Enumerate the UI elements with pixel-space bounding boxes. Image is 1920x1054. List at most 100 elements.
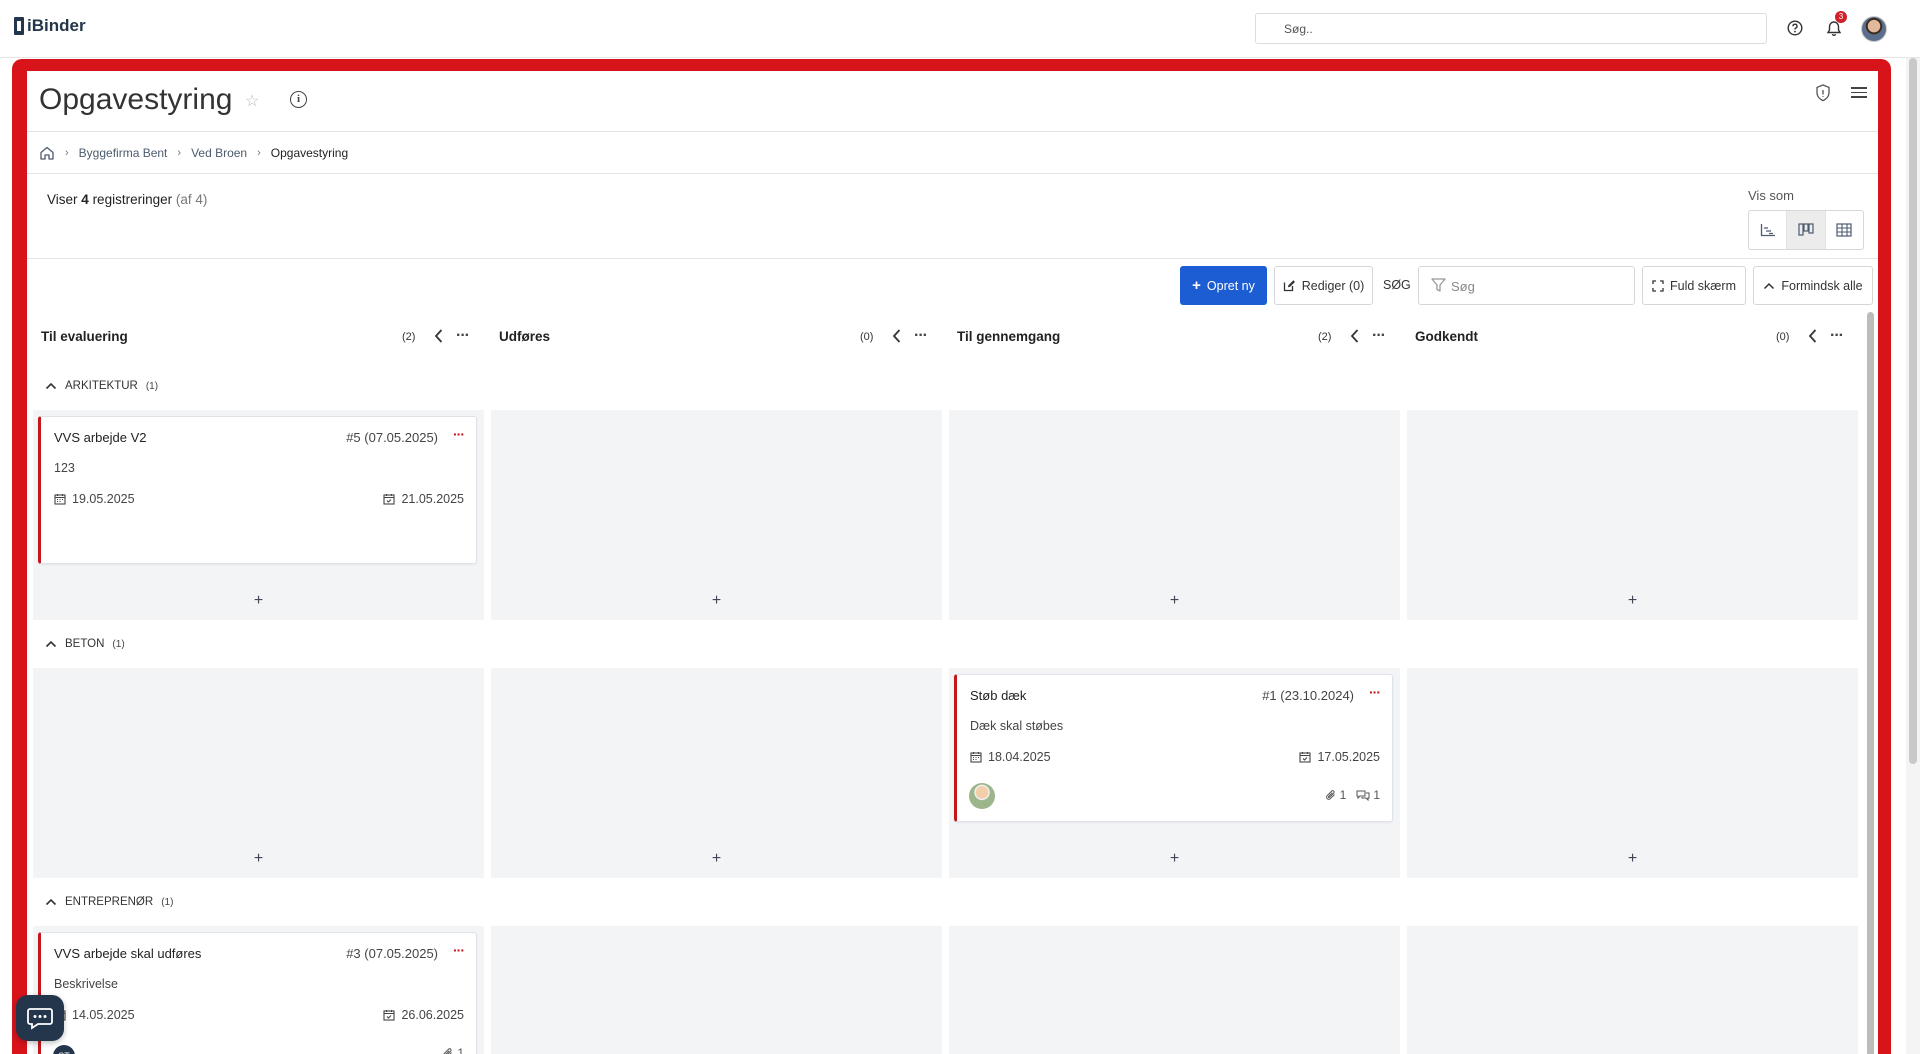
page-scrollbar[interactable] xyxy=(1906,58,1920,1054)
page-header: Opgavestyring ☆ i xyxy=(27,71,1878,132)
chevron-up-icon xyxy=(45,640,57,648)
add-card-icon[interactable]: + xyxy=(949,592,1400,610)
column-more-icon[interactable]: ··· xyxy=(1830,327,1844,345)
user-avatar[interactable] xyxy=(1861,16,1887,42)
column-more-icon[interactable]: ··· xyxy=(456,327,470,345)
chevron-up-icon xyxy=(45,382,57,390)
lane-entreprenor-til-gennemgang[interactable] xyxy=(949,926,1400,1054)
group-header-beton[interactable]: BETON (1) xyxy=(45,636,125,652)
chevron-left-icon[interactable] xyxy=(1808,328,1818,344)
breadcrumb-company[interactable]: Byggefirma Bent xyxy=(79,146,168,160)
column-more-icon[interactable]: ··· xyxy=(914,327,928,345)
task-card[interactable]: VVS arbejde V2 #5 (07.05.2025) ··· 123 1… xyxy=(38,416,477,564)
paperclip-icon xyxy=(1325,790,1335,800)
chat-bubble-icon xyxy=(27,1008,53,1030)
group-count: (1) xyxy=(161,896,174,908)
breadcrumb-project[interactable]: Ved Broen xyxy=(191,146,247,160)
chevron-left-icon[interactable] xyxy=(1350,328,1360,344)
shield-icon[interactable] xyxy=(1814,83,1832,103)
home-icon[interactable] xyxy=(39,145,55,161)
card-more-icon[interactable]: ··· xyxy=(1369,684,1381,700)
column-header-godkendt: Godkendt (0) ··· xyxy=(1415,327,1852,347)
add-card-icon[interactable]: + xyxy=(1407,850,1858,868)
lane-arkitektur-udfores[interactable]: + xyxy=(491,410,942,620)
lane-beton-udfores[interactable]: + xyxy=(491,668,942,878)
ibinder-logo[interactable]: iBinder xyxy=(14,16,86,36)
summary-total: (af 4) xyxy=(175,192,208,207)
fullscreen-button[interactable]: Fuld skærm xyxy=(1642,266,1746,305)
task-card[interactable]: Støb dæk #1 (23.10.2024) ··· Dæk skal st… xyxy=(954,674,1393,822)
add-card-icon[interactable]: + xyxy=(33,592,484,610)
add-card-icon[interactable]: + xyxy=(1407,592,1858,610)
column-header-til-evaluering: Til evaluering (2) ··· xyxy=(41,327,478,347)
lane-arkitektur-til-gennemgang[interactable]: + xyxy=(949,410,1400,620)
add-card-icon[interactable]: + xyxy=(949,850,1400,868)
ibinder-logo-icon xyxy=(14,17,24,35)
record-summary: Viser 4 registreringer (af 4) xyxy=(47,192,207,207)
hamburger-menu-icon[interactable] xyxy=(1851,84,1867,100)
lane-entreprenor-udfores[interactable] xyxy=(491,926,942,1054)
attachments-value: 1 xyxy=(1339,788,1347,802)
collapse-all-label: Formindsk alle xyxy=(1781,278,1863,293)
summary-suffix: registreringer xyxy=(92,192,173,207)
edit-button[interactable]: Rediger (0) xyxy=(1274,266,1373,305)
chevron-left-icon[interactable] xyxy=(434,328,444,344)
kanban-board-icon xyxy=(1798,223,1814,236)
assignee-avatar[interactable] xyxy=(969,783,995,809)
board-scrollbar[interactable] xyxy=(1866,312,1876,1054)
column-title: Godkendt xyxy=(1415,329,1478,344)
view-switch xyxy=(1748,210,1864,250)
card-more-icon[interactable]: ··· xyxy=(453,942,465,958)
comments-count: 1 xyxy=(1356,788,1380,802)
card-due-date: 21.05.2025 xyxy=(383,492,464,506)
lane-beton-godkendt[interactable]: + xyxy=(1407,668,1858,878)
favorite-star-icon[interactable]: ☆ xyxy=(245,91,259,111)
calendar-check-icon xyxy=(383,1010,395,1021)
page-scrollbar-thumb[interactable] xyxy=(1909,58,1917,764)
collapse-all-button[interactable]: Formindsk alle xyxy=(1753,266,1873,305)
due-date-value: 17.05.2025 xyxy=(1317,750,1380,764)
global-search-input[interactable] xyxy=(1255,13,1767,44)
card-more-icon[interactable]: ··· xyxy=(453,426,465,442)
comments-icon xyxy=(1356,790,1370,801)
board-scrollbar-thumb[interactable] xyxy=(1867,312,1874,1054)
card-description: Dæk skal støbes xyxy=(970,719,1064,733)
view-gantt-button[interactable] xyxy=(1749,211,1788,249)
chevron-left-icon[interactable] xyxy=(892,328,902,344)
chat-support-button[interactable] xyxy=(16,995,64,1041)
lane-beton-til-evaluering[interactable]: + xyxy=(33,668,484,878)
notifications-button[interactable]: 3 xyxy=(1822,11,1847,40)
info-icon[interactable]: i xyxy=(290,91,307,108)
card-description: 123 xyxy=(54,461,75,475)
help-button[interactable] xyxy=(1783,16,1807,40)
plus-icon: + xyxy=(1192,277,1201,294)
edit-label: Rediger (0) xyxy=(1301,278,1365,293)
add-card-icon[interactable]: + xyxy=(491,850,942,868)
board-search-input[interactable] xyxy=(1451,276,1621,296)
add-card-icon[interactable]: + xyxy=(491,592,942,610)
add-card-icon[interactable]: + xyxy=(33,850,484,868)
comments-value: 1 xyxy=(1373,788,1380,802)
create-new-button[interactable]: + Opret ny xyxy=(1180,266,1267,305)
group-name: ENTREPRENØR xyxy=(65,896,154,908)
view-as-label: Vis som xyxy=(1748,188,1794,203)
notification-badge: 3 xyxy=(1835,11,1847,23)
group-header-entreprenor[interactable]: ENTREPRENØR (1) xyxy=(45,894,173,910)
view-kanban-button[interactable] xyxy=(1787,211,1826,249)
card-due-date: 17.05.2025 xyxy=(1299,750,1380,764)
group-header-arkitektur[interactable]: ARKITEKTUR (1) xyxy=(45,378,158,394)
column-title: Til gennemgang xyxy=(957,329,1061,344)
column-more-icon[interactable]: ··· xyxy=(1372,327,1386,345)
assignee-initials-avatar[interactable]: ST xyxy=(53,1045,75,1054)
calendar-icon xyxy=(970,752,982,763)
breadcrumb-current: Opgavestyring xyxy=(270,145,349,160)
board-filter-search xyxy=(1418,266,1635,305)
lane-entreprenor-godkendt[interactable] xyxy=(1407,926,1858,1054)
lane-arkitektur-godkendt[interactable]: + xyxy=(1407,410,1858,620)
view-table-button[interactable] xyxy=(1826,211,1863,249)
task-card[interactable]: VVS arbejde skal udføres #3 (07.05.2025)… xyxy=(38,932,477,1054)
breadcrumb-separator: › xyxy=(257,146,261,159)
filter-icon xyxy=(1431,278,1446,292)
card-title: VVS arbejde skal udføres xyxy=(54,946,202,961)
app-name: iBinder xyxy=(27,16,86,35)
